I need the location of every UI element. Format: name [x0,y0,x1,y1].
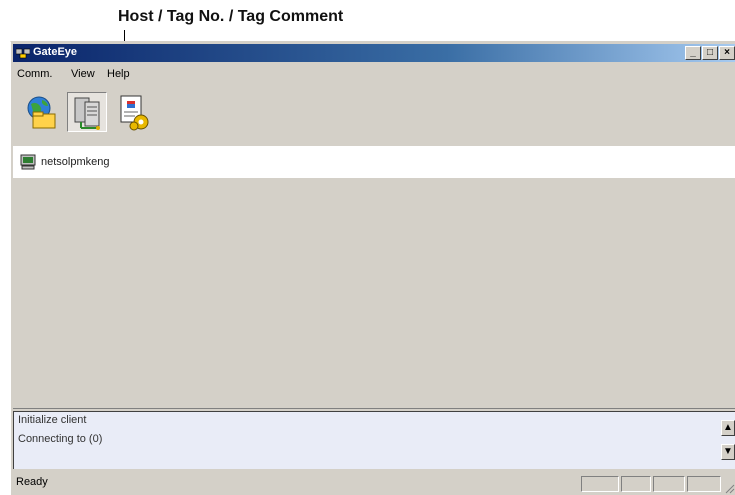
server-tag-button[interactable] [67,92,107,132]
log-line: Initialize client [18,414,87,426]
document-settings-button[interactable] [113,92,153,132]
list-item[interactable]: netsolpmkeng [13,146,735,178]
resize-grip-icon[interactable] [723,482,735,494]
maximize-button[interactable]: □ [702,46,718,60]
status-bar: Ready [13,472,735,494]
window-title: GateEye [33,46,78,58]
document-settings-icon [120,95,149,131]
menu-bar: Comm. View Help [13,64,735,84]
status-text: Ready [16,476,48,488]
host-list: netsolpmkeng [13,140,735,409]
scroll-up-button[interactable]: ▲ [721,420,735,436]
status-panel [653,476,685,492]
network-globe-icon [27,96,56,129]
toolbar [13,88,735,140]
callout-label: Host / Tag No. / Tag Comment [118,8,344,25]
server-tag-icon [74,97,100,130]
menu-comm[interactable]: Comm. [17,68,52,80]
app-icon [16,48,30,59]
network-globe-button[interactable] [21,92,61,132]
status-panel [581,476,619,492]
computer-icon [20,154,36,170]
status-panel [621,476,651,492]
gateeye-window: GateEye _ □ × Comm. View Help netsolpmke… [10,41,735,495]
log-pane: Initialize client Connecting to (0) ▲ ▼ [13,411,735,469]
minimize-button[interactable]: _ [685,46,701,60]
close-button[interactable]: × [719,46,735,60]
status-panel [687,476,721,492]
scroll-down-button[interactable]: ▼ [721,444,735,460]
menu-view[interactable]: View [71,68,95,80]
title-bar[interactable]: GateEye _ □ × [13,44,735,62]
menu-help[interactable]: Help [107,68,130,80]
list-item-label: netsolpmkeng [41,156,110,168]
log-line: Connecting to (0) [18,433,103,445]
